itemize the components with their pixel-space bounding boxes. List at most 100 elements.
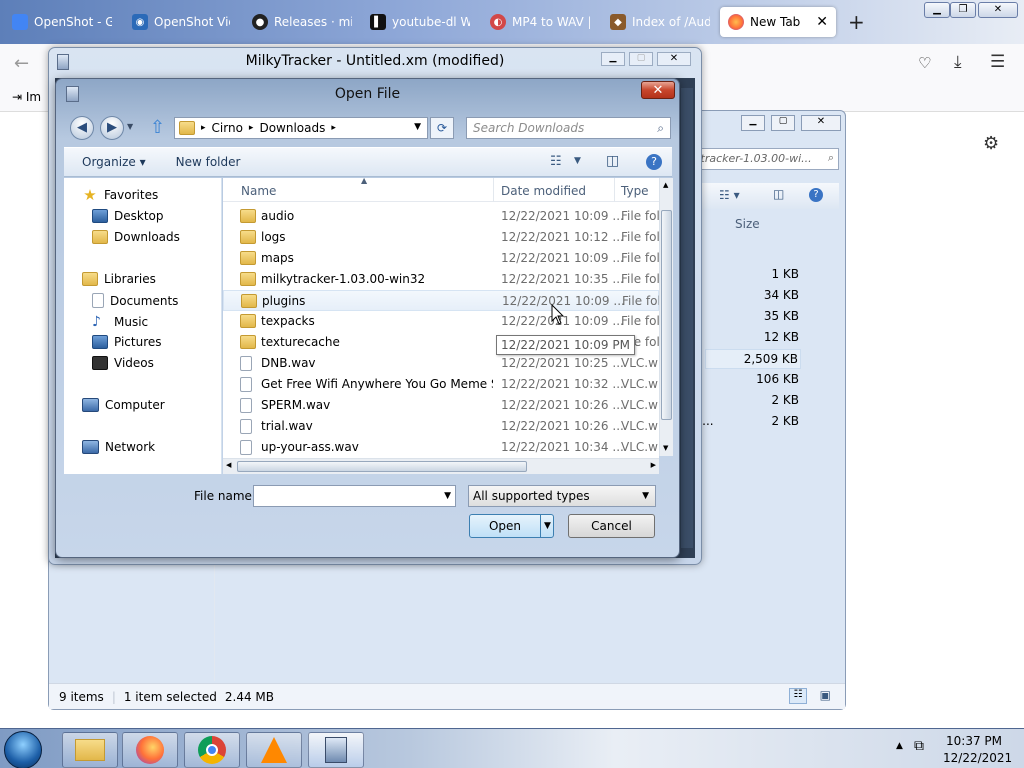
pocket-icon[interactable]: ♡	[918, 54, 931, 72]
network-tray-icon[interactable]: ⧉	[914, 738, 924, 754]
breadcrumb-cirno[interactable]: Cirno	[212, 121, 243, 135]
tiles-view-icon[interactable]: ▣	[820, 688, 831, 702]
file-name-dropdown-icon[interactable]: ▼	[444, 486, 451, 506]
file-row[interactable]: maps 12/22/2021 10:09 ... File fol	[223, 248, 659, 269]
file-row[interactable]: SPERM.wav 12/22/2021 10:26 ... VLC.w	[223, 395, 659, 416]
back-arrow-icon[interactable]: ←	[14, 53, 29, 74]
open-button[interactable]: Open ▼	[469, 514, 554, 538]
gear-icon[interactable]: ⚙	[983, 133, 999, 154]
size-column-header[interactable]: Size	[735, 217, 760, 231]
scroll-right-icon[interactable]: ▶	[651, 461, 656, 469]
nav-libraries[interactable]: Libraries	[82, 272, 156, 286]
nav-videos[interactable]: Videos	[92, 356, 154, 370]
preview-pane-icon[interactable]: ◫	[773, 187, 784, 201]
chevron-right-icon[interactable]: ▸	[201, 123, 206, 133]
file-type-select[interactable]: All supported types ▼	[468, 485, 656, 507]
new-tab-plus-icon[interactable]: +	[848, 10, 865, 34]
vertical-scroll-thumb[interactable]	[661, 210, 672, 420]
views-icon[interactable]: ☷ ▾	[719, 188, 740, 202]
restore-icon[interactable]: ❐	[950, 2, 976, 18]
help-icon[interactable]: ?	[646, 154, 662, 170]
details-view-icon[interactable]: ☷	[789, 688, 807, 704]
milky-scrollbar[interactable]	[681, 88, 693, 548]
tab-openshot-google[interactable]: G OpenShot - G	[4, 7, 112, 37]
back-button[interactable]: ◀	[70, 116, 94, 140]
search-input[interactable]: Search Downloads ⌕	[466, 117, 671, 139]
menu-icon[interactable]: ☰	[990, 52, 1005, 72]
desktop-icon	[92, 209, 108, 223]
milky-minimize-icon[interactable]: ▁	[601, 52, 625, 66]
chevron-right-icon[interactable]: ▸	[249, 123, 254, 133]
up-arrow-icon[interactable]: ⇧	[150, 117, 165, 138]
tab-releases-github[interactable]: ● Releases · milk	[244, 7, 352, 37]
dialog-close-button[interactable]: ✕	[641, 81, 675, 99]
change-view-icon[interactable]: ☷	[550, 154, 562, 169]
column-type[interactable]: Type	[621, 184, 649, 198]
scroll-up-icon[interactable]: ▲	[663, 181, 668, 189]
chevron-right-icon[interactable]: ▸	[331, 123, 336, 133]
show-hidden-icons-icon[interactable]: ▲	[896, 741, 903, 751]
explorer-minimize-icon[interactable]: ▁	[741, 115, 765, 131]
help-icon[interactable]: ?	[809, 188, 823, 202]
clock-time[interactable]: 10:37 PM	[946, 734, 1002, 748]
taskbar-chrome[interactable]	[184, 732, 240, 768]
file-row[interactable]: up-your-ass.wav 12/22/2021 10:34 ... VLC.w	[223, 437, 659, 458]
explorer-close-icon[interactable]: ✕	[801, 115, 841, 131]
file-row[interactable]: DNB.wav 12/22/2021 10:25 ... VLC.w	[223, 353, 659, 374]
file-name-input[interactable]: ▼	[253, 485, 456, 507]
horizontal-scrollbar[interactable]: ◀ ▶	[223, 458, 659, 474]
clock-date[interactable]: 12/22/2021	[943, 751, 1012, 765]
scroll-left-icon[interactable]: ◀	[226, 461, 231, 469]
nav-network[interactable]: Network	[82, 440, 155, 454]
horizontal-scroll-thumb[interactable]	[237, 461, 527, 472]
nav-favorites[interactable]: ★ Favorites	[82, 188, 158, 203]
import-bookmark[interactable]: ⇥ Im	[12, 90, 41, 104]
cancel-button[interactable]: Cancel	[568, 514, 655, 538]
file-row[interactable]: audio 12/22/2021 10:09 ... File fol	[223, 206, 659, 227]
refresh-button[interactable]: ⟳	[430, 117, 454, 139]
preview-pane-icon[interactable]: ◫	[606, 153, 619, 169]
address-bar[interactable]: ▸ Cirno ▸ Downloads ▸ ▼	[174, 117, 428, 139]
tab-youtube-dl[interactable]: ▌ youtube-dl W	[362, 7, 470, 37]
scroll-down-icon[interactable]: ▼	[663, 444, 668, 452]
taskbar-vlc[interactable]	[246, 732, 302, 768]
milky-close-icon[interactable]: ✕	[657, 52, 691, 66]
explorer-maximize-icon[interactable]: ▢	[771, 115, 795, 131]
column-date-modified[interactable]: Date modified	[501, 184, 586, 198]
close-tab-icon[interactable]: ✕	[816, 14, 828, 30]
close-window-icon[interactable]: ✕	[978, 2, 1018, 18]
taskbar-firefox[interactable]	[122, 732, 178, 768]
nav-pictures[interactable]: Pictures	[92, 335, 162, 349]
forward-button[interactable]: ▶	[100, 116, 124, 140]
tab-openshot-video[interactable]: ◉ OpenShot Vid	[124, 7, 230, 37]
new-folder-button[interactable]: New folder	[176, 155, 241, 169]
address-dropdown-icon[interactable]: ▼	[414, 122, 421, 132]
tab-new-tab[interactable]: New Tab ✕	[720, 7, 836, 37]
view-dropdown-icon[interactable]: ▼	[574, 156, 581, 166]
recent-locations-chevron-icon[interactable]: ▼	[127, 122, 133, 131]
start-button[interactable]	[4, 731, 42, 768]
nav-desktop[interactable]: Desktop	[92, 209, 164, 223]
taskbar-explorer[interactable]	[62, 732, 118, 768]
file-row[interactable]: milkytracker-1.03.00-win32 12/22/2021 10:…	[223, 269, 659, 290]
taskbar-milkytracker[interactable]	[308, 732, 364, 768]
nav-downloads[interactable]: Downloads	[92, 230, 180, 244]
minimize-icon[interactable]: ▁	[924, 2, 950, 18]
download-icon[interactable]: ⤓	[954, 52, 962, 72]
vertical-scrollbar[interactable]: ▲ ▼	[659, 178, 673, 456]
file-row[interactable]: texpacks 12/22/2021 10:09 ... File fol	[223, 311, 659, 332]
open-options-dropdown-icon[interactable]: ▼	[540, 515, 554, 537]
tab-mp4-to-wav[interactable]: ◐ MP4 to WAV |	[482, 7, 590, 37]
file-row[interactable]: trial.wav 12/22/2021 10:26 ... VLC.w	[223, 416, 659, 437]
tab-index-of-audio[interactable]: ◆ Index of /Aud	[602, 7, 710, 37]
nav-documents[interactable]: Documents	[92, 293, 178, 308]
organize-button[interactable]: Organize ▾	[82, 155, 146, 169]
file-row[interactable]: logs 12/22/2021 10:12 ... File fol	[223, 227, 659, 248]
file-row[interactable]: Get Free Wifi Anywhere You Go Meme S... 1…	[223, 374, 659, 395]
nav-computer[interactable]: Computer	[82, 398, 165, 412]
nav-music[interactable]: ♪ Music	[92, 314, 148, 330]
breadcrumb-downloads[interactable]: Downloads	[259, 121, 325, 135]
column-name[interactable]: Name	[241, 184, 276, 198]
file-row[interactable]: plugins 12/22/2021 10:09 ... File fol	[223, 290, 659, 311]
explorer-search-box[interactable]: ytracker-1.03.00-wi... ⌕	[689, 148, 839, 170]
